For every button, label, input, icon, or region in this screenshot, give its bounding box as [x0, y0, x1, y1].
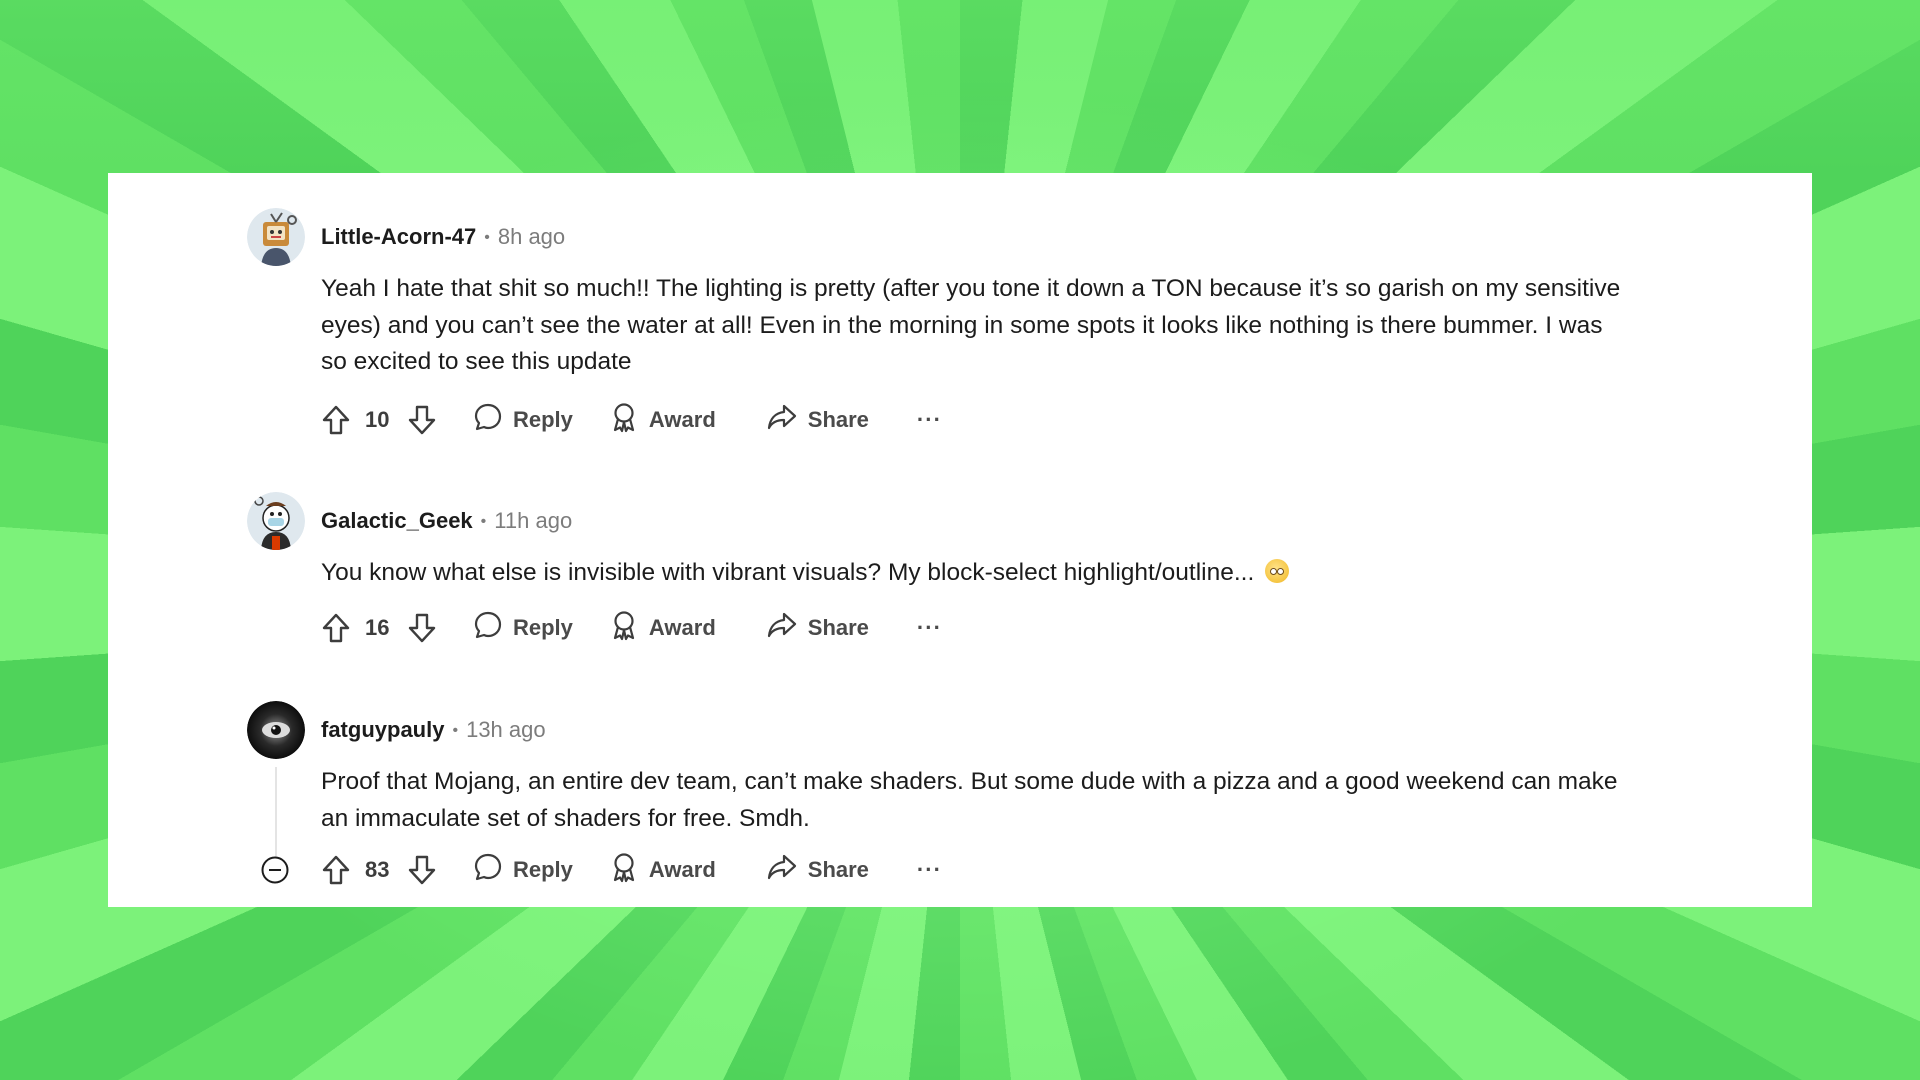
avatar[interactable] [247, 701, 305, 759]
comment-actions: 83 Reply Award Share ··· [321, 850, 942, 890]
more-options-button[interactable]: ··· [917, 407, 942, 433]
comment-3: fatguypauly • 13h ago Proof that Mojang, a… [247, 701, 1697, 907]
comment-body: Proof that Mojang, an entire dev team, c… [321, 768, 1618, 832]
collapse-icon [261, 856, 289, 884]
comments-card: Little-Acorn-47 • 8h ago Yeah I hate that … [108, 173, 1812, 907]
share-button[interactable]: Share [766, 610, 869, 646]
upvote-icon[interactable] [321, 854, 351, 886]
award-label: Award [648, 615, 716, 640]
vote-group: 16 [321, 608, 437, 648]
share-arrow-icon [766, 402, 798, 438]
more-options-button[interactable]: ··· [917, 615, 942, 641]
vote-group: 83 [321, 850, 437, 890]
thread-line [275, 767, 277, 867]
reply-bubble-icon [473, 852, 503, 888]
meta-separator: • [452, 722, 459, 740]
share-arrow-icon [766, 852, 798, 888]
reply-label: Reply [513, 857, 573, 882]
award-button[interactable]: Award [609, 401, 716, 439]
share-label: Share [807, 857, 869, 882]
award-icon [609, 401, 639, 439]
reply-button[interactable]: Reply [473, 852, 573, 888]
timestamp[interactable]: 8h ago [498, 224, 565, 249]
upvote-icon[interactable] [321, 612, 351, 644]
upvote-icon[interactable] [321, 404, 351, 436]
comment-actions: 16 Reply Award Share ··· [321, 608, 942, 648]
downvote-icon[interactable] [407, 854, 437, 886]
rolling-eyes-emoji [1265, 559, 1290, 583]
author-name[interactable]: fatguypauly [321, 717, 444, 742]
share-button[interactable]: Share [766, 402, 869, 438]
reply-button[interactable]: Reply [473, 610, 573, 646]
vote-count: 83 [365, 857, 390, 882]
downvote-icon[interactable] [407, 612, 437, 644]
comment-body: Yeah I hate that shit so much!! The ligh… [321, 275, 1621, 375]
avatar[interactable] [247, 208, 305, 266]
comment-body: You know what else is invisible with vib… [321, 555, 1621, 592]
more-options-button[interactable]: ··· [917, 857, 942, 883]
meta-separator: • [484, 229, 490, 247]
comment-text: You know what else is invisible with vib… [321, 559, 1255, 586]
author-name[interactable]: Little-Acorn-47 [321, 224, 476, 249]
share-label: Share [807, 407, 869, 432]
comment-actions: 10 Reply Award Share ··· [321, 400, 942, 440]
avatar[interactable] [247, 492, 305, 550]
vote-group: 10 [321, 400, 437, 440]
share-label: Share [807, 615, 869, 640]
comment-meta: Little-Acorn-47 • 8h ago [321, 222, 565, 252]
award-button[interactable]: Award [609, 609, 716, 647]
share-arrow-icon [766, 610, 798, 646]
award-icon [609, 851, 639, 889]
reply-label: Reply [513, 407, 573, 432]
reply-label: Reply [513, 615, 573, 640]
comment-meta: fatguypauly • 13h ago [321, 715, 546, 745]
reply-button[interactable]: Reply [473, 402, 573, 438]
award-button[interactable]: Award [609, 851, 716, 889]
timestamp[interactable]: 11h ago [494, 508, 572, 533]
share-button[interactable]: Share [766, 852, 869, 888]
comment-meta: Galactic_Geek • 11h ago [321, 506, 572, 536]
reply-bubble-icon [473, 610, 503, 646]
collapse-thread-button[interactable] [261, 856, 289, 884]
background-glow [0, 0, 1920, 172]
vote-count: 16 [365, 615, 390, 640]
award-icon [609, 609, 639, 647]
award-label: Award [648, 407, 716, 432]
award-label: Award [648, 857, 716, 882]
reply-bubble-icon [473, 402, 503, 438]
author-name[interactable]: Galactic_Geek [321, 508, 473, 533]
timestamp[interactable]: 13h ago [466, 717, 546, 742]
vote-count: 10 [365, 407, 390, 432]
downvote-icon[interactable] [407, 404, 437, 436]
meta-separator: • [480, 513, 487, 531]
